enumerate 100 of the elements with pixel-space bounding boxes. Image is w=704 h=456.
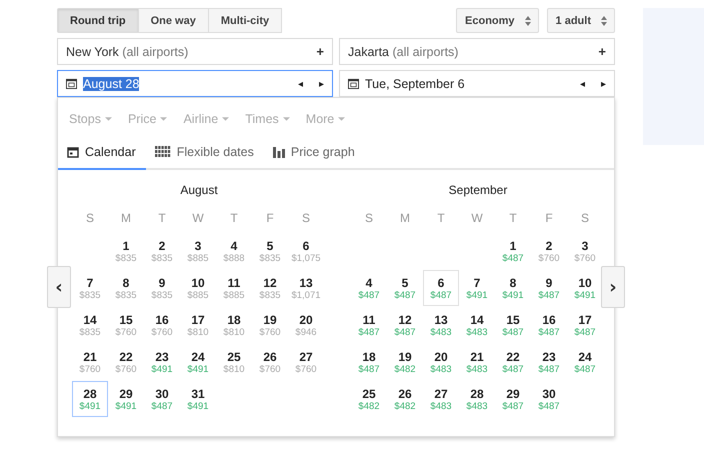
calendar-day[interactable]: 18 $487 (351, 344, 387, 380)
calendar-day[interactable]: 5 $835 (252, 233, 288, 269)
calendar-day[interactable]: 18 $810 (216, 307, 252, 343)
dropdown-arrow-icon (160, 117, 168, 121)
calendar-day[interactable]: 16 $487 (531, 307, 567, 343)
calendar-day[interactable]: 15 $487 (495, 307, 531, 343)
calendar-day[interactable]: 11 $885 (216, 270, 252, 306)
dropdown-arrow-icon (104, 117, 112, 121)
origin-field[interactable]: New York (all airports) + (57, 38, 333, 65)
calendar-day[interactable]: 29 $491 (108, 381, 144, 417)
calendar-day[interactable]: 17 $487 (567, 307, 603, 343)
calendar-day[interactable]: 28 $483 (459, 381, 495, 417)
calendar-day[interactable]: 6 $1,075 (288, 233, 324, 269)
calendar-day[interactable]: 14 $483 (459, 307, 495, 343)
calendar-day[interactable]: 2 $760 (531, 233, 567, 269)
calendar-day[interactable]: 12 $487 (387, 307, 423, 343)
view-tab[interactable]: Calendar (58, 136, 146, 170)
calendar-day[interactable]: 26 $482 (387, 381, 423, 417)
calendar-day[interactable]: 9 $835 (144, 270, 180, 306)
calendar-day[interactable]: 22 $760 (108, 344, 144, 380)
calendar-day[interactable]: 7 $491 (459, 270, 495, 306)
weekday-label: T (436, 210, 446, 227)
calendar-day[interactable]: 1 $835 (108, 233, 144, 269)
previous-month-button[interactable]: ‹ (47, 266, 71, 308)
calendar-day[interactable]: 30 $487 (144, 381, 180, 417)
calendar-day[interactable]: 8 $835 (108, 270, 144, 306)
calendar-day[interactable]: 13 $483 (423, 307, 459, 343)
calendar-day[interactable]: 22 $487 (495, 344, 531, 380)
calendar-day[interactable]: 4 $888 (216, 233, 252, 269)
calendar-day[interactable]: 17 $810 (180, 307, 216, 343)
weekday-label: M (399, 210, 411, 227)
weekday-label: S (580, 210, 590, 227)
return-date-field[interactable]: Tue, September 6 ◂ ▸ (339, 70, 615, 97)
weekday-label: S (300, 210, 311, 227)
calendar-day[interactable]: 21 $760 (72, 344, 108, 380)
calendar-day[interactable]: 4 $487 (351, 270, 387, 306)
calendar-day[interactable]: 31 $491 (180, 381, 216, 417)
calendar-day[interactable]: 21 $483 (459, 344, 495, 380)
calendar-day[interactable]: 2 $835 (144, 233, 180, 269)
weekday-label: F (544, 210, 554, 227)
calendar-day[interactable]: 26 $760 (252, 344, 288, 380)
weekday-label: W (191, 210, 205, 227)
calendar-day[interactable]: 23 $491 (144, 344, 180, 380)
dropdown-arrow-icon (222, 117, 230, 121)
calendar-day[interactable]: 1 $487 (495, 233, 531, 269)
calendar-day[interactable]: 28 $491 (72, 381, 108, 417)
calendar-day[interactable]: 3 $760 (567, 233, 603, 269)
calendar-day[interactable]: 6 $487 (423, 270, 459, 306)
trip-type-button[interactable]: Multi-city (208, 8, 282, 33)
destination-field[interactable]: Jakarta (all airports) + (339, 38, 615, 65)
calendar-day[interactable]: 13 $1,071 (288, 270, 324, 306)
view-tab[interactable]: Price graph (264, 136, 365, 170)
month-title: September (448, 183, 508, 199)
weekday-label: S (84, 210, 95, 227)
calendar-day[interactable]: 30 $487 (531, 381, 567, 417)
calendar-day[interactable]: 27 $483 (423, 381, 459, 417)
calendar-day[interactable]: 3 $885 (180, 233, 216, 269)
next-month-button[interactable]: › (601, 266, 625, 308)
calendar-day[interactable]: 20 $483 (423, 344, 459, 380)
weekday-label: T (508, 210, 518, 227)
passengers-select[interactable]: 1 adult (546, 8, 615, 33)
trip-type-button[interactable]: One way (138, 8, 209, 33)
calendar-day[interactable]: 27 $760 (288, 344, 324, 380)
bar-chart-icon (272, 146, 285, 158)
calendar-day[interactable]: 11 $487 (351, 307, 387, 343)
calendar-day[interactable]: 14 $835 (72, 307, 108, 343)
weekday-label: W (470, 210, 484, 227)
calendar-day[interactable]: 19 $760 (252, 307, 288, 343)
calendar-day[interactable]: 8 $491 (495, 270, 531, 306)
calendar-day[interactable]: 23 $487 (531, 344, 567, 380)
calendar-icon (348, 78, 359, 89)
calendar-day[interactable]: 24 $491 (180, 344, 216, 380)
month-title: August (179, 183, 219, 199)
calendar-day[interactable]: 19 $482 (387, 344, 423, 380)
trip-type-button[interactable]: Round trip (57, 8, 139, 33)
calendar-day[interactable]: 25 $810 (216, 344, 252, 380)
calendar-day[interactable]: 24 $487 (567, 344, 603, 380)
calendar-day[interactable]: 10 $885 (180, 270, 216, 306)
cabin-select[interactable]: Economy (456, 8, 539, 33)
calendar-day[interactable]: 12 $835 (252, 270, 288, 306)
calendar-day[interactable]: 10 $491 (567, 270, 603, 306)
up-down-arrows-icon (524, 14, 532, 26)
weekday-label: S (364, 210, 374, 227)
weekday-label: F (265, 210, 275, 227)
departure-date-field[interactable]: August 28 ◂ ▸ (57, 70, 333, 97)
calendar-day[interactable]: 29 $487 (495, 381, 531, 417)
dropdown-arrow-icon (338, 117, 346, 121)
up-down-arrows-icon (600, 14, 608, 26)
calendar-day[interactable]: 16 $760 (144, 307, 180, 343)
weekday-label: T (157, 210, 167, 227)
calendar-day[interactable]: 20 $946 (288, 307, 324, 343)
calendar-day[interactable]: 5 $487 (387, 270, 423, 306)
dropdown-arrow-icon (282, 117, 290, 121)
calendar-day[interactable]: 7 $835 (72, 270, 108, 306)
calendar-day[interactable]: 25 $482 (351, 381, 387, 417)
view-tab[interactable]: Flexible dates (146, 136, 264, 170)
calendar-icon (66, 78, 77, 89)
calendar-day[interactable]: 15 $760 (108, 307, 144, 343)
grid-icon (154, 146, 171, 158)
calendar-day[interactable]: 9 $487 (531, 270, 567, 306)
